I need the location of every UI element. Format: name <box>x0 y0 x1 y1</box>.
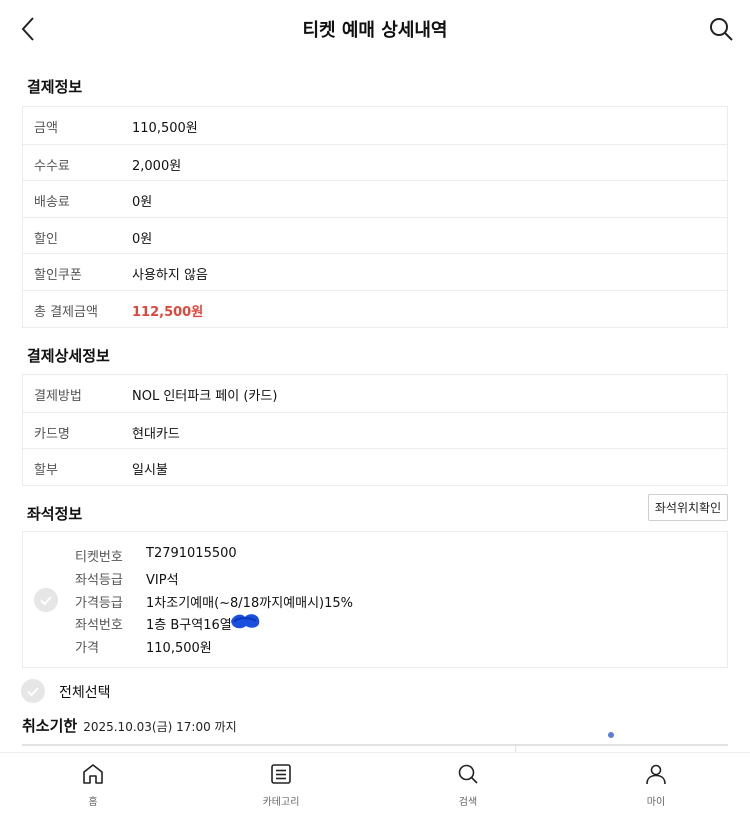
row-value: VIP석 <box>146 573 179 588</box>
row-label: 티켓번호 <box>75 550 123 565</box>
row-value: 2,000원 <box>132 158 182 174</box>
row-value: NOL 인터파크 페이 (카드) <box>132 389 278 404</box>
select-all-label: 전체선택 <box>59 685 111 701</box>
search-button[interactable] <box>706 14 736 44</box>
detail-row-installment: 할부 일시불 <box>23 448 727 485</box>
tab-search[interactable]: 검색 <box>428 753 508 814</box>
row-label: 좌석등급 <box>75 573 123 588</box>
row-label: 카드명 <box>34 426 70 442</box>
user-icon <box>646 764 666 785</box>
check-icon <box>27 687 39 697</box>
row-label: 할인쿠폰 <box>34 268 82 284</box>
payment-info-title: 결제정보 <box>27 78 83 96</box>
row-label: 할부 <box>34 463 58 479</box>
search-icon <box>458 764 478 784</box>
page-title: 티켓 예매 상세내역 <box>302 20 448 41</box>
row-value: 110,500원 <box>132 121 198 136</box>
row-value: 일시불 <box>132 463 168 479</box>
payment-row-amount: 금액 110,500원 <box>23 107 727 144</box>
category-list-icon <box>271 764 291 784</box>
row-label: 금액 <box>34 121 58 136</box>
select-all-check <box>21 679 45 703</box>
payment-info-table: 금액 110,500원 수수료 2,000원 배송료 0원 할인 0원 할인쿠폰… <box>22 106 728 328</box>
row-label: 수수료 <box>34 158 70 174</box>
row-label: 좌석번호 <box>75 618 123 633</box>
seat-card: 티켓번호 T2791015500 좌석등급 VIP석 가격등급 1차조기예매(~… <box>22 531 728 668</box>
detail-row-card: 카드명 현대카드 <box>23 411 727 449</box>
row-value: T2791015500 <box>146 546 237 561</box>
cancel-deadline-value: 2025.10.03(금) 17:00 까지 <box>83 720 237 734</box>
row-value: 사용하지 않음 <box>132 268 208 284</box>
tab-label: 마이 <box>646 797 666 808</box>
check-icon <box>40 596 52 606</box>
cancel-deadline: 취소기한 2025.10.03(금) 17:00 까지 <box>22 715 237 735</box>
seat-info-title: 좌석정보 <box>27 505 83 523</box>
row-label: 가격 <box>75 641 99 656</box>
seat-select-checkbox[interactable] <box>34 588 58 612</box>
payment-row-fee: 수수료 2,000원 <box>23 143 727 181</box>
detail-row-method: 결제방법 NOL 인터파크 페이 (카드) <box>23 375 727 412</box>
cancel-deadline-label: 취소기한 <box>22 717 78 735</box>
row-value: 현대카드 <box>132 426 180 442</box>
tab-label: 검색 <box>458 797 478 808</box>
tab-label: 홈 <box>88 797 98 808</box>
row-label: 할인 <box>34 231 58 247</box>
payment-row-delivery: 배송료 0원 <box>23 180 727 217</box>
payment-row-coupon: 할인쿠폰 사용하지 않음 <box>23 253 727 290</box>
row-label: 배송료 <box>34 195 70 211</box>
seat-location-button[interactable]: 좌석위치확인 <box>648 494 728 521</box>
tab-home[interactable]: 홈 <box>53 753 133 814</box>
row-label: 결제방법 <box>34 389 82 404</box>
row-value: 0원 <box>132 231 153 247</box>
tab-label: 카테고리 <box>262 797 300 808</box>
row-value: 1차조기예매(~8/18까지예매시)15% <box>146 596 353 611</box>
search-icon <box>710 18 733 41</box>
row-value: 110,500원 <box>146 641 212 656</box>
payment-detail-table: 결제방법 NOL 인터파크 페이 (카드) 카드명 현대카드 할부 일시불 <box>22 374 728 486</box>
payment-row-total: 총 결제금액 112,500원 <box>23 289 727 327</box>
indicator-dot <box>608 732 614 738</box>
payment-row-discount: 할인 0원 <box>23 216 727 254</box>
row-value: 1층 B구역16열 <box>146 618 232 633</box>
tab-category[interactable]: 카테고리 <box>241 753 321 814</box>
row-label: 가격등급 <box>75 596 123 611</box>
payment-detail-title: 결제상세정보 <box>27 347 110 365</box>
select-all-checkbox[interactable]: 전체선택 <box>21 679 131 703</box>
home-icon <box>83 764 103 784</box>
total-amount: 112,500원 <box>132 304 204 320</box>
tab-my[interactable]: 마이 <box>616 753 696 814</box>
redaction-scribble <box>231 614 260 629</box>
header: 티켓 예매 상세내역 <box>0 0 750 58</box>
row-label: 총 결제금액 <box>34 304 98 320</box>
row-value: 0원 <box>132 195 153 211</box>
bottom-tab-bar: 홈 카테고리 검색 마이 <box>0 752 750 814</box>
